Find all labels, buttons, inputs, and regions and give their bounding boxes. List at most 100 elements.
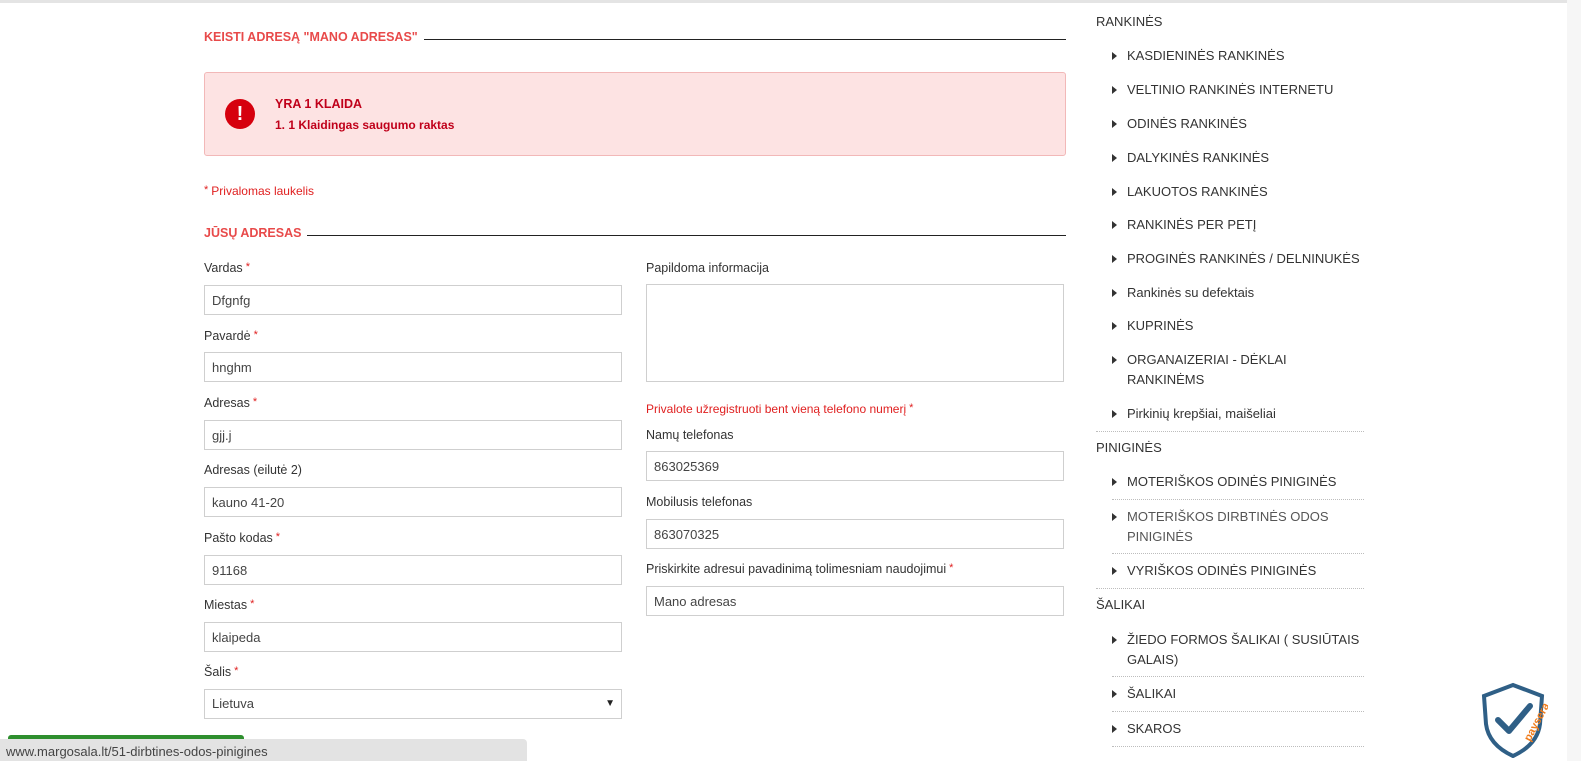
divider [1112, 499, 1364, 500]
adresas-label: Adresas * [204, 396, 257, 410]
alias-input[interactable] [646, 586, 1064, 616]
sidebar-item[interactable]: KASDIENINĖS RANKINĖS [1112, 46, 1364, 66]
alert-title: YRA 1 KLAIDA [275, 97, 363, 111]
required-star: * [909, 402, 914, 414]
namu-tel-input[interactable] [646, 451, 1064, 481]
top-border [0, 0, 1581, 3]
miestas-label-text: Miestas [204, 598, 248, 612]
triangle-right-icon [1112, 410, 1117, 418]
category-rankines[interactable]: RANKINĖS [1096, 14, 1162, 29]
divider [1112, 553, 1364, 554]
mob-tel-label: Mobilusis telefonas [646, 495, 753, 509]
required-star: * [204, 184, 209, 196]
triangle-right-icon [1112, 636, 1117, 644]
sidebar-item[interactable]: ŽIEDO FORMOS ŠALIKAI ( SUSIŪTAIS GALAIS) [1112, 630, 1364, 670]
sidebar-item[interactable]: MOTERIŠKOS ODINĖS PINIGINĖS [1112, 472, 1364, 492]
scrollbar[interactable] [1567, 0, 1581, 761]
category-salikai[interactable]: ŠALIKAI [1096, 597, 1145, 612]
papildoma-textarea[interactable] [646, 284, 1064, 382]
sidebar-item[interactable]: ŠALIKAI [1112, 684, 1364, 704]
triangle-right-icon [1112, 154, 1117, 162]
sidebar-item[interactable]: MOTERIŠKOS DIRBTINĖS ODOS PINIGINĖS [1112, 507, 1364, 547]
salis-select[interactable]: Lietuva ▼ [204, 689, 622, 719]
sidebar-item[interactable]: VELTINIO RANKINĖS INTERNETU [1112, 80, 1364, 100]
pavarde-label: Pavardė * [204, 329, 258, 343]
sidebar-item[interactable]: LAKUOTOS RANKINĖS [1112, 182, 1364, 202]
alias-label: Priskirkite adresui pavadinimą tolimesni… [646, 562, 953, 576]
pasto-kodas-label-text: Pašto kodas [204, 531, 273, 545]
status-bar-url: www.margosala.lt/51-dirbtines-odos-pinig… [0, 739, 527, 761]
sidebar-item-label: Pirkinių krepšiai, maišeliai [1127, 406, 1276, 421]
sidebar-item-label: Rankinės su defektais [1127, 285, 1255, 300]
sidebar-item-label: KUPRINĖS [1127, 318, 1194, 333]
section-heading-text: JŪSŲ ADRESAS [204, 226, 302, 240]
miestas-input[interactable] [204, 622, 622, 652]
shield-check-icon[interactable]: paysera [1478, 682, 1548, 758]
sidebar-item[interactable]: Rankinės su defektais [1112, 283, 1364, 303]
required-star: * [949, 562, 954, 574]
sidebar-item-label: LAKUOTOS RANKINĖS [1127, 184, 1268, 199]
vardas-label: Vardas * [204, 261, 250, 275]
phone-requirement-note: Privalote užregistruoti bent vieną telef… [646, 402, 913, 416]
exclamation-icon: ! [225, 99, 255, 129]
sidebar-item-label: ODINĖS RANKINĖS [1127, 116, 1247, 131]
salis-selected-value: Lietuva [212, 696, 254, 711]
triangle-right-icon [1112, 188, 1117, 196]
required-star: * [253, 329, 258, 341]
triangle-right-icon [1112, 690, 1117, 698]
sidebar-item[interactable]: ODINĖS RANKINĖS [1112, 114, 1364, 134]
required-note-text: Privalomas laukelis [211, 184, 314, 198]
divider [1112, 746, 1364, 747]
sidebar-item[interactable]: PROGINĖS RANKINĖS / DELNINUKĖS [1112, 249, 1364, 269]
adresas-input[interactable] [204, 420, 622, 450]
vardas-input[interactable] [204, 285, 622, 315]
miestas-label: Miestas * [204, 598, 254, 612]
sidebar-item[interactable]: SKAROS [1112, 719, 1364, 739]
divider [1096, 588, 1364, 589]
required-star: * [275, 531, 281, 543]
adresas-label-text: Adresas [204, 396, 250, 410]
mob-tel-input[interactable] [646, 519, 1064, 549]
required-star: * [252, 396, 258, 408]
pasto-kodas-label: Pašto kodas * [204, 531, 280, 545]
triangle-right-icon [1112, 289, 1117, 297]
required-note: * Privalomas laukelis [204, 184, 314, 198]
triangle-right-icon [1112, 52, 1117, 60]
divider [1112, 711, 1364, 712]
sidebar-item-label: RANKINĖS PER PETĮ [1127, 217, 1257, 232]
triangle-right-icon [1112, 725, 1117, 733]
sidebar-item[interactable]: ORGANAIZERIAI - DĖKLAI RANKINĖMS [1112, 350, 1364, 390]
sidebar-item-label: ŠALIKAI [1127, 686, 1177, 701]
category-pinigines[interactable]: PINIGINĖS [1096, 440, 1162, 455]
divider [1112, 676, 1364, 677]
triangle-right-icon [1112, 513, 1117, 521]
sidebar-item[interactable]: KUPRINĖS [1112, 316, 1364, 336]
adresas2-label: Adresas (eilutė 2) [204, 463, 302, 477]
triangle-right-icon [1112, 478, 1117, 486]
triangle-right-icon [1112, 120, 1117, 128]
triangle-right-icon [1112, 86, 1117, 94]
vardas-label-text: Vardas [204, 261, 243, 275]
papildoma-label: Papildoma informacija [646, 261, 769, 275]
sidebar-item-label: PROGINĖS RANKINĖS / DELNINUKĖS [1127, 251, 1360, 266]
error-alert: ! YRA 1 KLAIDA 1. 1 Klaidingas saugumo r… [204, 72, 1066, 156]
pasto-kodas-input[interactable] [204, 555, 622, 585]
sidebar-item-label: ORGANAIZERIAI - DĖKLAI RANKINĖMS [1127, 352, 1287, 387]
required-star: * [234, 665, 239, 677]
sidebar-item[interactable]: Pirkinių krepšiai, maišeliai [1112, 404, 1364, 424]
triangle-right-icon [1112, 221, 1117, 229]
page-title: KEISTI ADRESĄ "MANO ADRESAS" [204, 30, 1066, 44]
pavarde-label-text: Pavardė [204, 329, 251, 343]
salis-label: Šalis * [204, 665, 238, 679]
sidebar-item[interactable]: RANKINĖS PER PETĮ [1112, 215, 1364, 235]
required-star: * [250, 598, 255, 610]
sidebar-item[interactable]: VYRIŠKOS ODINĖS PINIGINĖS [1112, 561, 1364, 581]
adresas2-input[interactable] [204, 487, 622, 517]
sidebar-item[interactable]: DALYKINĖS RANKINĖS [1112, 148, 1364, 168]
sidebar-item-label: VYRIŠKOS ODINĖS PINIGINĖS [1127, 563, 1317, 578]
pavarde-input[interactable] [204, 352, 622, 382]
sidebar-item-label: KASDIENINĖS RANKINĖS [1127, 48, 1285, 63]
phone-note-text: Privalote užregistruoti bent vieną telef… [646, 402, 907, 416]
triangle-right-icon [1112, 356, 1117, 364]
triangle-right-icon [1112, 255, 1117, 263]
